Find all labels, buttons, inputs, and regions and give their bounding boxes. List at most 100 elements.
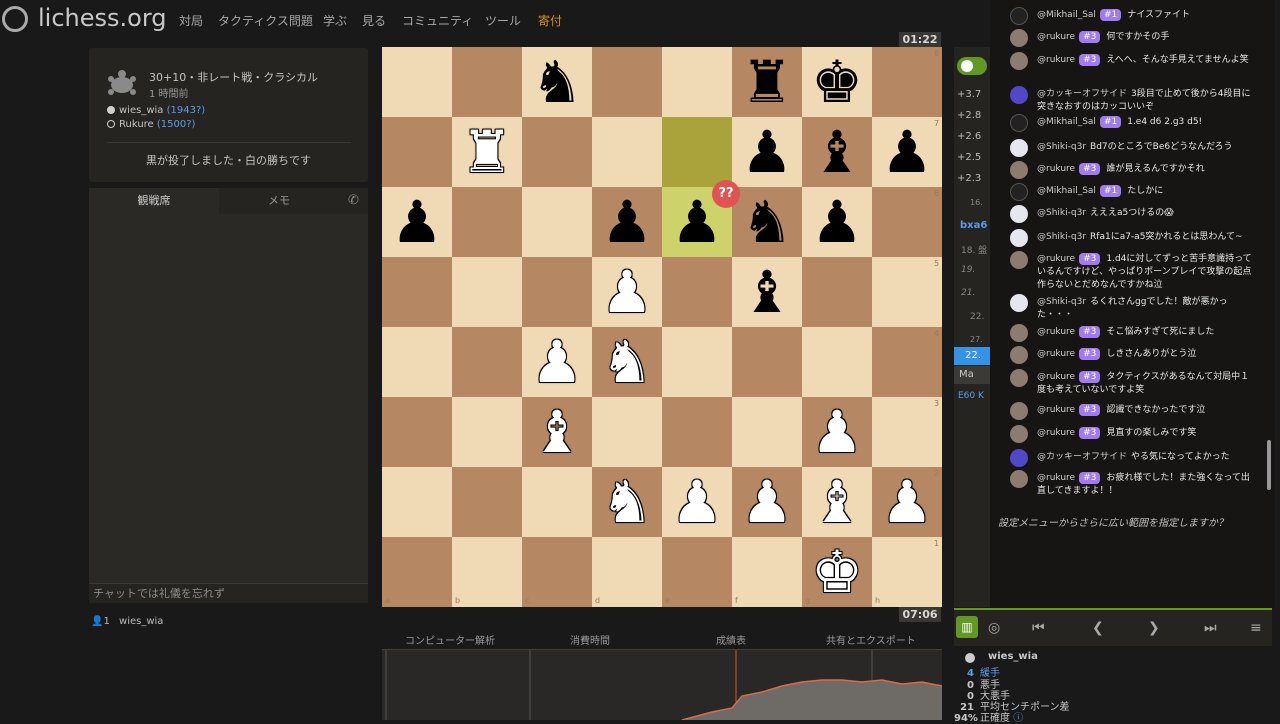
white-pawn-icon[interactable]: ♟	[802, 397, 872, 467]
square-d7[interactable]	[592, 117, 662, 187]
black-rook-icon[interactable]: ♜	[732, 47, 802, 117]
site-logo-text[interactable]: lichess.org	[38, 4, 167, 32]
white-pawn-icon[interactable]: ♟	[872, 467, 942, 537]
black-player-name[interactable]: Rukure	[119, 119, 154, 130]
move-fragment[interactable]: 21.	[961, 288, 975, 298]
book-icon[interactable]: ▥	[956, 616, 978, 638]
target-icon[interactable]: ◎	[988, 620, 1000, 636]
square-b2[interactable]	[452, 467, 522, 537]
evaluation-graph[interactable]	[382, 650, 942, 720]
square-b6[interactable]	[452, 187, 522, 257]
square-b1[interactable]	[452, 537, 522, 607]
square-d3[interactable]	[592, 397, 662, 467]
spectator-name[interactable]: wies_wia	[119, 616, 163, 627]
tab-share-export[interactable]: 共有とエクスポート	[826, 632, 916, 647]
nav-community[interactable]: コミュニティ	[402, 12, 473, 29]
square-a4[interactable]	[382, 327, 452, 397]
tab-notes[interactable]: メモ	[219, 188, 339, 214]
black-pawn-icon[interactable]: ♟	[802, 187, 872, 257]
square-a1[interactable]	[382, 537, 452, 607]
square-h5[interactable]	[872, 257, 942, 327]
square-a2[interactable]	[382, 467, 452, 537]
square-e5[interactable]	[662, 257, 732, 327]
eval-line[interactable]: +2.3	[957, 173, 981, 184]
move-fragment[interactable]: bxa6	[960, 220, 987, 231]
white-bishop-icon[interactable]: ♝	[802, 467, 872, 537]
phone-icon[interactable]: ✆	[339, 188, 368, 214]
square-f1[interactable]	[732, 537, 802, 607]
white-pawn-icon[interactable]: ♟	[522, 327, 592, 397]
white-rook-icon[interactable]: ♜	[452, 117, 522, 187]
black-pawn-icon[interactable]: ♟	[382, 187, 452, 257]
nav-play[interactable]: 対局	[179, 12, 203, 29]
square-c6[interactable]	[522, 187, 592, 257]
nav-puzzles[interactable]: タクティクス問題	[218, 12, 313, 29]
tab-move-times[interactable]: 消費時間	[570, 632, 610, 647]
square-e7[interactable]	[662, 117, 732, 187]
eval-line[interactable]: +2.5	[957, 152, 981, 163]
square-d1[interactable]	[592, 537, 662, 607]
black-bishop-icon[interactable]: ♝	[732, 257, 802, 327]
info-icon[interactable]: ⓘ	[1013, 713, 1023, 724]
white-knight-icon[interactable]: ♞	[592, 327, 662, 397]
chess-board[interactable]: 8 7 6 5 4 3 2 1 a b c d e f g h ♞ ♜ ♚ ♜ ♟ ♝ ♟ ♟ ♟ ♟ ♞ ♟ ♟ ♝ ♟ ♞ ♝ ♟ ♞ ♟ ♟ ♝ ♟ ♚	[382, 47, 942, 607]
chat-scrollbar[interactable]	[1267, 440, 1271, 490]
square-e8[interactable]	[662, 47, 732, 117]
eval-line[interactable]: +2.6	[957, 131, 981, 142]
square-c5[interactable]	[522, 257, 592, 327]
square-g4[interactable]	[802, 327, 872, 397]
square-b8[interactable]	[452, 47, 522, 117]
square-a8[interactable]	[382, 47, 452, 117]
move-fragment[interactable]: 18. 盤	[961, 243, 987, 256]
move-fragment[interactable]: 22.	[970, 312, 984, 322]
white-bishop-icon[interactable]: ♝	[522, 397, 592, 467]
square-b3[interactable]	[452, 397, 522, 467]
move-fragment[interactable]: 19.	[961, 265, 975, 275]
square-a3[interactable]	[382, 397, 452, 467]
previous-move-icon[interactable]: ❮	[1092, 620, 1104, 636]
eval-line[interactable]: +2.8	[957, 110, 981, 121]
white-pawn-icon[interactable]: ♟	[662, 467, 732, 537]
square-c2[interactable]	[522, 467, 592, 537]
white-knight-icon[interactable]: ♞	[592, 467, 662, 537]
chat-input[interactable]: チャットでは礼儀を忘れず	[89, 583, 368, 603]
move-fragment[interactable]: 16.	[970, 198, 983, 207]
black-bishop-icon[interactable]: ♝	[802, 117, 872, 187]
nav-donate[interactable]: 寄付	[538, 12, 562, 29]
stats-player-name[interactable]: wies_wia	[988, 651, 1038, 662]
square-e1[interactable]	[662, 537, 732, 607]
black-player-row[interactable]: Rukure (1500?)	[107, 119, 195, 130]
white-player-name[interactable]: wies_wia	[119, 105, 163, 116]
black-king-icon[interactable]: ♚	[802, 47, 872, 117]
white-pawn-icon[interactable]: ♟	[732, 467, 802, 537]
square-h4[interactable]	[872, 327, 942, 397]
nav-watch[interactable]: 見る	[362, 12, 386, 29]
current-move[interactable]: 22.	[965, 350, 981, 361]
square-c7[interactable]	[522, 117, 592, 187]
square-e4[interactable]	[662, 327, 732, 397]
square-a5[interactable]	[382, 257, 452, 327]
black-pawn-icon[interactable]: ♟	[872, 117, 942, 187]
square-d8[interactable]	[592, 47, 662, 117]
square-h1[interactable]	[872, 537, 942, 607]
nav-learn[interactable]: 学ぶ	[323, 12, 347, 29]
black-knight-icon[interactable]: ♞	[732, 187, 802, 257]
square-f3[interactable]	[732, 397, 802, 467]
nav-tools[interactable]: ツール	[485, 12, 521, 29]
square-h6[interactable]	[872, 187, 942, 257]
tab-spectators[interactable]: 観戦席	[89, 188, 219, 214]
black-knight-icon[interactable]: ♞	[522, 47, 592, 117]
white-player-row[interactable]: wies_wia (1943?)	[107, 105, 205, 116]
tab-computer-analysis[interactable]: コンピューター解析	[405, 632, 495, 647]
menu-icon[interactable]: ≡	[1250, 620, 1262, 636]
square-h8[interactable]	[872, 47, 942, 117]
black-pawn-icon[interactable]: ♟	[592, 187, 662, 257]
square-b4[interactable]	[452, 327, 522, 397]
next-move-icon[interactable]: ❯	[1148, 620, 1160, 636]
eval-line[interactable]: +3.7	[957, 89, 981, 100]
first-move-icon[interactable]: ⏮	[1032, 620, 1045, 636]
black-pawn-icon[interactable]: ♟	[732, 117, 802, 187]
square-c1[interactable]	[522, 537, 592, 607]
tab-crosstable[interactable]: 成績表	[716, 632, 746, 647]
square-h3[interactable]	[872, 397, 942, 467]
